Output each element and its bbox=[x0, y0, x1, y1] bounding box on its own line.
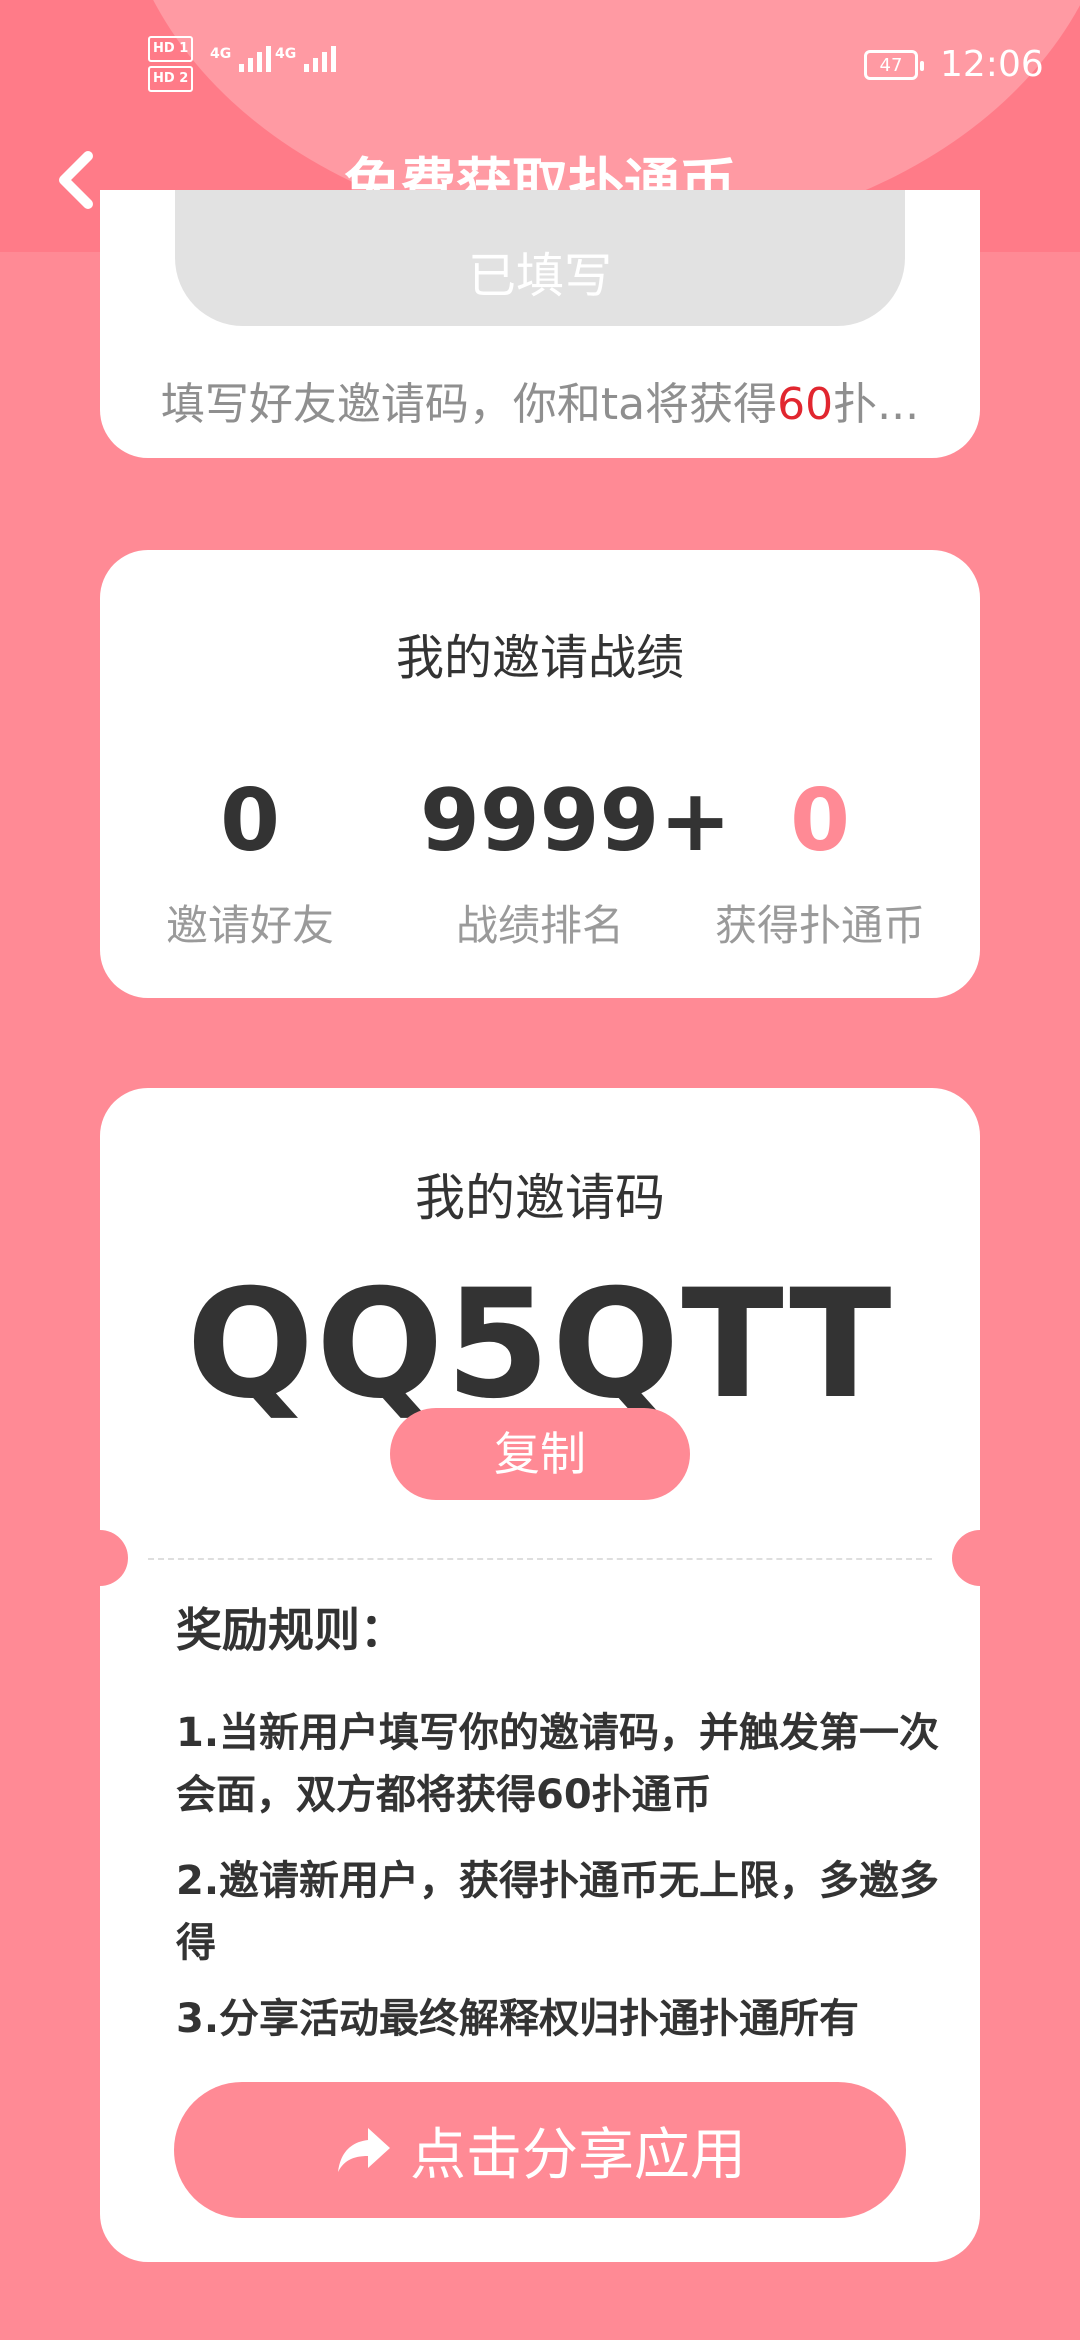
share-app-button[interactable]: 点击分享应用 bbox=[174, 2082, 906, 2218]
invite-code-title: 我的邀请码 bbox=[415, 1169, 665, 1227]
rule-item: 2.邀请新用户，获得扑通币无上限，多邀多得 bbox=[176, 1858, 940, 1966]
invite-stats-card: 我的邀请战绩 0 邀请好友 9999+ 战绩排名 0 获得扑通币 bbox=[100, 550, 980, 998]
sim2-label: HD 2 bbox=[148, 66, 194, 92]
battery-icon: 47 bbox=[864, 50, 924, 80]
stat-invited-label: 邀请好友 bbox=[165, 901, 334, 950]
filled-status-button[interactable]: 已填写 bbox=[175, 190, 905, 326]
network-type-2: 4G bbox=[275, 46, 297, 62]
clock: 12:06 bbox=[940, 44, 1044, 85]
rules-title: 奖励规则： bbox=[176, 1603, 406, 1657]
rule-item: 3.分享活动最终解释权归扑通扑通所有 bbox=[176, 1996, 860, 2042]
stat-rank-label: 战绩排名 bbox=[455, 901, 624, 950]
stat-coins-label: 获得扑通币 bbox=[714, 901, 925, 950]
status-bar: HD 1 HD 2 4G 4G 47 12:06 bbox=[0, 0, 1080, 130]
invite-code-value: QQ5QTT bbox=[186, 1258, 894, 1432]
invite-entry-card: 已填写 填写好友邀请码，你和ta将获得60扑... bbox=[100, 190, 980, 458]
battery-level: 47 bbox=[879, 54, 903, 76]
invite-tip-prefix: 填写好友邀请码，你和ta将获得 bbox=[160, 379, 778, 430]
network-type-1: 4G bbox=[210, 46, 232, 62]
ticket-notch-right bbox=[952, 1530, 1008, 1586]
share-arrow-icon bbox=[338, 2128, 390, 2172]
signal-icon: 4G bbox=[210, 46, 272, 72]
stats-title: 我的邀请战绩 bbox=[395, 630, 684, 686]
sim-indicators: HD 1 HD 2 bbox=[148, 36, 194, 96]
share-app-label: 点击分享应用 bbox=[410, 2122, 746, 2188]
ticket-notch-left bbox=[72, 1530, 128, 1586]
invite-tip-suffix: 扑... bbox=[833, 379, 920, 430]
invite-tip-amount: 60 bbox=[777, 379, 834, 430]
divider bbox=[148, 1558, 932, 1560]
signal-icon-2: 4G bbox=[275, 46, 337, 72]
stat-invited: 0 邀请好友 bbox=[130, 778, 370, 953]
stat-coins-value: 0 bbox=[790, 771, 850, 871]
stat-invited-value: 0 bbox=[220, 771, 280, 871]
invite-tip: 填写好友邀请码，你和ta将获得60扑... bbox=[100, 368, 980, 432]
filled-status-label: 已填写 bbox=[467, 248, 612, 304]
stat-coins: 0 获得扑通币 bbox=[690, 778, 950, 953]
sim1-label: HD 1 bbox=[148, 36, 194, 62]
stat-rank: 9999+ 战绩排名 bbox=[420, 771, 732, 953]
rule-item: 1.当新用户填写你的邀请码，并触发第一次会面，双方都将获得60扑通币 bbox=[176, 1710, 940, 1818]
copy-button[interactable]: 复制 bbox=[390, 1408, 690, 1500]
invite-code-card: 我的邀请码 QQ5QTT 复制 奖励规则： 1.当新用户填写你的邀请码，并触发第… bbox=[72, 1088, 1008, 2262]
stat-rank-value: 9999+ bbox=[420, 771, 732, 871]
